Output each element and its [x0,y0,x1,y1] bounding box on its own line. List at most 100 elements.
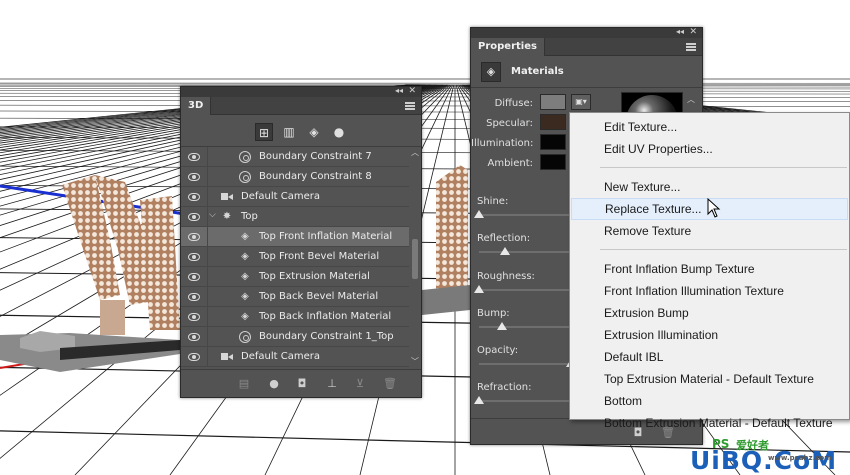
panel-menu-icon[interactable] [686,43,696,51]
layer-row-label: Top Front Bevel Material [259,251,380,262]
eye-separator [207,247,208,267]
menu-item[interactable]: Edit UV Properties... [571,138,848,160]
move-icon[interactable]: ⊻ [353,377,367,391]
eye-visibility-icon[interactable] [188,213,200,221]
menu-item[interactable]: Edit Texture... [571,116,848,138]
layer-row[interactable]: ◈ Top Front Bevel Material [181,247,409,267]
menu-item[interactable]: Default IBL [571,346,848,368]
scroll-up-icon[interactable]: ︿ [687,94,695,105]
menu-separator [600,167,847,168]
layer-row[interactable]: ◈ Top Extrusion Material [181,267,409,287]
menu-item[interactable]: Front Inflation Illumination Texture [571,280,848,302]
scroll-down-icon[interactable]: ﹀ [411,356,419,367]
eye-visibility-icon[interactable] [188,353,200,361]
material-icon[interactable]: ◈ [305,123,323,141]
chevron-down-icon[interactable]: ⌵ [209,210,216,220]
layer-row[interactable]: ⌵ ✸ Top [181,207,409,227]
collapse-panel-icon[interactable]: ◂◂ [395,86,403,96]
menu-item[interactable]: Remove Texture [571,220,848,242]
texture-menu-button[interactable]: ▣▾ [571,94,591,110]
eye-visibility-icon[interactable] [188,233,200,241]
close-icon[interactable]: ✕ [408,86,416,96]
mesh-add-icon[interactable]: ▤ [237,377,251,391]
layer-row[interactable]: Boundary Constraint 8 [181,167,409,187]
slider-thumb[interactable] [474,396,484,404]
slider-track[interactable] [479,326,571,328]
layer-row[interactable]: ◈ Top Back Bevel Material [181,287,409,307]
slider-thumb[interactable] [499,247,510,255]
materials-title: Materials [511,66,564,77]
slider-label: Roughness: [477,271,535,282]
camera-icon [221,351,233,363]
scene-icon[interactable]: ⊞ [255,123,273,141]
slider-track[interactable] [479,363,571,365]
slider-thumb[interactable] [497,322,507,330]
mesh-icon[interactable]: ▥ [280,123,298,141]
panel-properties-tabrow: Properties [471,38,702,56]
slider-track[interactable] [479,289,571,291]
menu-item[interactable]: Extrusion Illumination [571,324,848,346]
layer-list-scrollbar[interactable]: ︿ ﹀ [410,147,420,367]
layer-row[interactable]: Default Camera [181,347,409,367]
eye-visibility-icon[interactable] [188,293,200,301]
menu-item[interactable]: New Texture... [571,176,848,198]
materials-header: ◈ Materials [471,56,702,88]
menu-item[interactable]: Top Extrusion Material - Default Texture [571,368,848,390]
collapse-panel-icon[interactable]: ◂◂ [676,27,684,37]
menu-item[interactable]: Bottom Extrusion Material - Default Text… [571,412,848,434]
trash-icon[interactable]: 🗑 [383,377,397,391]
material-icon: ◈ [241,251,249,262]
3d-filter-toolbar: ⊞ ▥ ◈ ● [181,115,421,147]
layer-row[interactable]: Default Camera [181,187,409,207]
slider-track[interactable] [479,251,571,253]
panel-3d-tabrow: 3D [181,97,421,115]
specular-color-swatch[interactable] [540,114,566,130]
eye-visibility-icon[interactable] [188,313,200,321]
close-icon[interactable]: ✕ [689,27,697,37]
eye-visibility-icon[interactable] [188,173,200,181]
tab-properties[interactable]: Properties [471,38,545,56]
menu-item[interactable]: Extrusion Bump [571,302,848,324]
eye-visibility-icon[interactable] [188,333,200,341]
add-light-icon[interactable]: ● [267,377,281,391]
slider-label: Bump: [477,308,510,319]
layer-row[interactable]: ◈ Top Front Inflation Material [181,227,409,247]
slider-thumb[interactable] [474,210,484,218]
eye-separator [207,167,208,187]
eye-visibility-icon[interactable] [188,193,200,201]
scroll-thumb[interactable] [412,239,418,279]
panel-3d-footer: ▤ ● ◘ ⊥ ⊻ 🗑 [181,369,421,397]
material-icon: ◈ [241,231,249,242]
layer-row-label: Boundary Constraint 7 [259,151,372,162]
slider-thumb[interactable] [474,285,484,293]
eye-separator [207,147,208,167]
layer-row[interactable]: Boundary Constraint 7 [181,147,409,167]
menu-item[interactable]: Front Inflation Bump Texture [571,258,848,280]
ambient-color-swatch[interactable] [540,154,566,170]
panel-3d-titlebar[interactable]: ◂◂ ✕ [181,86,421,97]
panel-menu-icon[interactable] [405,102,415,110]
slider-track[interactable] [479,400,571,402]
panel-properties-titlebar[interactable]: ◂◂ ✕ [471,27,702,38]
diffuse-label: Diffuse: [494,98,533,109]
slider-track[interactable] [479,214,571,216]
illumination-color-swatch[interactable] [540,134,566,150]
tab-3d[interactable]: 3D [181,97,212,115]
eye-separator [207,187,208,207]
menu-item[interactable]: Bottom [571,390,848,412]
drop-to-plane-icon[interactable]: ⊥ [325,377,339,391]
materials-icon[interactable]: ◈ [481,62,501,82]
layer-row-label: Boundary Constraint 1_Top [259,331,394,342]
eye-visibility-icon[interactable] [188,253,200,261]
layer-row[interactable]: ◈ Top Back Inflation Material [181,307,409,327]
eye-visibility-icon[interactable] [188,153,200,161]
eye-visibility-icon[interactable] [188,273,200,281]
eye-separator [207,347,208,367]
diffuse-color-swatch[interactable] [540,94,566,110]
light-icon[interactable]: ● [330,123,348,141]
layer-row[interactable]: Boundary Constraint 1_Top [181,327,409,347]
scroll-up-icon[interactable]: ︿ [411,147,419,158]
material-icon: ◈ [241,291,249,302]
render-icon[interactable]: ◘ [295,377,309,391]
eye-separator [207,227,208,247]
